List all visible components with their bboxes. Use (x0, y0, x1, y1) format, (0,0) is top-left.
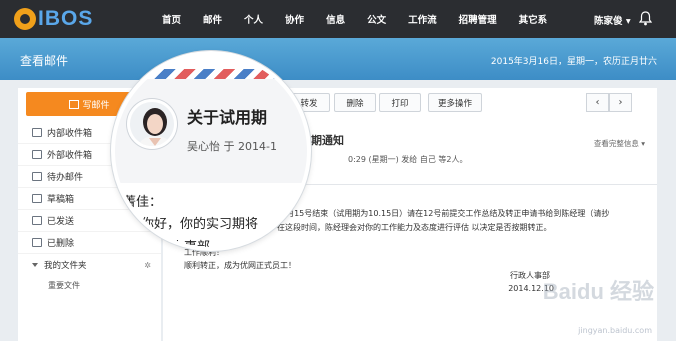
sent-icon (32, 216, 42, 225)
top-nav-bar: IBOS 首页 邮件 个人 协作 信息 公文 工作流 招聘管理 其它系 陈家俊 … (0, 0, 676, 38)
airmail-stripe (115, 69, 307, 79)
prev-mail-button[interactable]: ‹ (586, 93, 609, 112)
nav-item-mail[interactable]: 邮件 (203, 12, 222, 26)
folder-label: 待办邮件 (47, 173, 84, 183)
main-nav: 首页 邮件 个人 协作 信息 公文 工作流 招聘管理 其它系 (162, 0, 569, 38)
chevron-right-icon: › (618, 97, 623, 108)
logo[interactable]: IBOS (14, 6, 93, 32)
print-button[interactable]: 打印 (379, 93, 421, 112)
nav-item-collaboration[interactable]: 协作 (285, 12, 304, 26)
logo-mark (14, 8, 36, 30)
magnified-subject: 关于试用期 (187, 108, 268, 127)
compose-label: 写邮件 (82, 100, 110, 111)
folder-important[interactable]: 重要文件 (18, 276, 161, 294)
page-header: 查看邮件 2015年3月16日，星期一，农历正月廿六 (0, 38, 676, 80)
mail-body-line: 顺利转正，成为优网正式员工！ (184, 261, 296, 270)
mail-body-line: ，在这段时间，陈经理会对你的工作能力及态度进行评估 以决定是否按期转正。 (269, 223, 552, 232)
magnified-greeting: 菁佳： (123, 195, 163, 210)
mail-meta: 0:29 (星期一) 发给 自己 等2人。 (348, 155, 468, 164)
nav-item-personal[interactable]: 个人 (244, 12, 263, 26)
bell-icon[interactable] (639, 11, 652, 26)
user-menu[interactable]: 陈家俊 ▾ (594, 13, 631, 27)
magnified-body-line: 你好，你的实习期将 (141, 217, 259, 232)
inbox-icon (32, 128, 42, 137)
mail-subject: 期通知 (311, 134, 344, 147)
gear-icon[interactable]: ✲ (144, 261, 151, 270)
logo-text: IBOS (38, 7, 94, 30)
nav-item-messages[interactable]: 信息 (326, 12, 345, 26)
mail-body-line: 2月15号结束（试用期为10.15日）请在12号前提交工作总结及转正申请书给到陈… (281, 209, 610, 218)
user-name: 陈家俊 (594, 16, 623, 27)
trash-icon (32, 238, 42, 247)
folder-label: 外部收件箱 (47, 151, 93, 161)
my-folders-toggle[interactable]: 我的文件夹 ✲ (18, 254, 161, 276)
nav-item-home[interactable]: 首页 (162, 12, 181, 26)
folder-label: 重要文件 (48, 280, 80, 290)
date-display: 2015年3月16日，星期一，农历正月廿六 (490, 57, 657, 67)
more-actions-label: 更多操作 (437, 98, 472, 109)
chevron-down-icon (32, 263, 38, 267)
draft-icon (32, 194, 42, 203)
todo-icon (32, 172, 42, 181)
baidu-watermark-url: jingyan.baidu.com (578, 326, 652, 335)
chevron-left-icon: ‹ (595, 97, 600, 108)
nav-item-documents[interactable]: 公文 (367, 12, 386, 26)
compose-icon (69, 99, 80, 109)
folder-label: 内部收件箱 (47, 129, 93, 139)
folder-label: 草稿箱 (47, 195, 75, 205)
my-folders-label: 我的文件夹 (44, 261, 87, 271)
delete-label: 删除 (346, 98, 364, 109)
page-title: 查看邮件 (20, 54, 69, 68)
sender-avatar (127, 99, 177, 149)
folder-label: 已删除 (47, 239, 75, 249)
outbox-icon (32, 150, 42, 159)
folder-label: 已发送 (47, 217, 75, 227)
next-mail-button[interactable]: › (609, 93, 632, 112)
baidu-watermark: Baidu 经验 (542, 279, 654, 304)
folder-deleted[interactable]: 已删除 (18, 232, 161, 254)
print-label: 打印 (391, 98, 409, 109)
more-actions-button[interactable]: 更多操作 (428, 93, 482, 112)
magnifier-lens: 关于试用期 吴心怡 于 2014-1 菁佳： 你好，你的实习期将 行政人事部 (111, 51, 311, 251)
show-full-info-label: 查看完整信息 (593, 139, 639, 148)
magnified-meta: 吴心怡 于 2014-1 (187, 140, 277, 153)
show-full-info-link[interactable]: 查看完整信息 ▾ (594, 138, 645, 149)
nav-item-recruitment[interactable]: 招聘管理 (459, 12, 497, 26)
nav-item-other[interactable]: 其它系 (519, 12, 548, 26)
nav-item-workflow[interactable]: 工作流 (408, 12, 437, 26)
delete-button[interactable]: 删除 (334, 93, 376, 112)
